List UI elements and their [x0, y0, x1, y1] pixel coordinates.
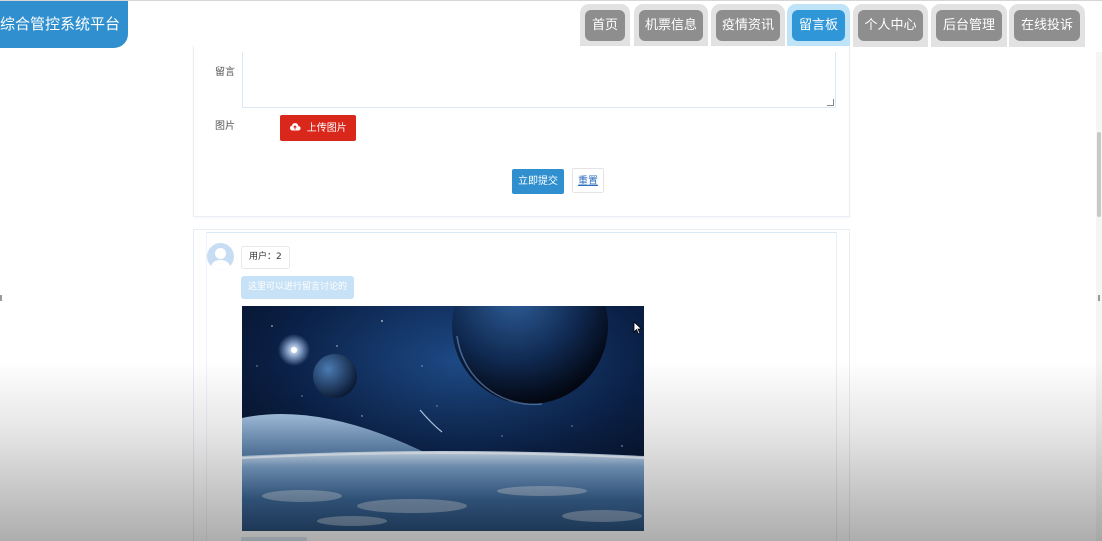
image-label: 图片	[215, 121, 235, 132]
nav-tab-epidemic-news[interactable]: 疫情资讯	[711, 4, 785, 47]
divider	[206, 232, 207, 541]
divider	[206, 232, 837, 233]
message-textarea[interactable]	[242, 52, 836, 108]
nav-tab-label: 后台管理	[936, 10, 1002, 41]
nav-tab-label: 机票信息	[639, 10, 703, 41]
nav-tab-label: 个人中心	[858, 10, 923, 41]
comment-user: 用户：2	[241, 246, 290, 269]
comment-action-bar[interactable]	[241, 537, 307, 541]
reset-button[interactable]: 重置	[572, 168, 604, 193]
upload-image-label: 上传图片	[306, 123, 347, 134]
nav-tab-complaints[interactable]: 在线投诉	[1009, 4, 1085, 47]
user-avatar-icon	[207, 243, 234, 270]
nav-tab-message-board[interactable]: 留言板	[787, 4, 850, 47]
upload-image-button[interactable]: 上传图片	[280, 115, 356, 141]
submit-button[interactable]: 立即提交	[512, 169, 564, 194]
nav-tab-label: 疫情资讯	[716, 10, 780, 41]
page: 综合管控系统平台 首页 机票信息 疫情资讯 留言板 个人中心 后台管理 在线投诉	[0, 0, 1102, 541]
edge-marker	[0, 295, 2, 301]
nav-tab-label: 在线投诉	[1014, 10, 1080, 41]
nav-tab-admin[interactable]: 后台管理	[931, 4, 1007, 47]
comment-text: 这里可以进行留言讨论的	[241, 276, 354, 299]
message-form: 留言 图片 上传图片 立即提交 重置	[193, 46, 850, 217]
nav-tab-flights[interactable]: 机票信息	[634, 4, 708, 47]
comment-image[interactable]	[242, 306, 644, 531]
nav-tab-label: 留言板	[792, 10, 845, 41]
nav-tab-label: 首页	[585, 10, 625, 41]
comment-card: 用户：2 这里可以进行留言讨论的	[193, 229, 850, 541]
main-nav: 首页 机票信息 疫情资讯 留言板 个人中心 后台管理 在线投诉	[0, 4, 1102, 52]
cloud-upload-icon	[289, 121, 305, 134]
nav-tab-home[interactable]: 首页	[580, 4, 630, 47]
resize-handle-icon[interactable]	[827, 99, 834, 106]
edge-marker	[1098, 295, 1100, 301]
message-label: 留言	[215, 67, 235, 78]
space-planets-image	[242, 306, 644, 531]
nav-tab-personal-center[interactable]: 个人中心	[853, 4, 928, 47]
scroll-thumb[interactable]	[1097, 132, 1101, 217]
mouse-cursor-icon	[633, 320, 643, 339]
divider	[836, 232, 837, 541]
